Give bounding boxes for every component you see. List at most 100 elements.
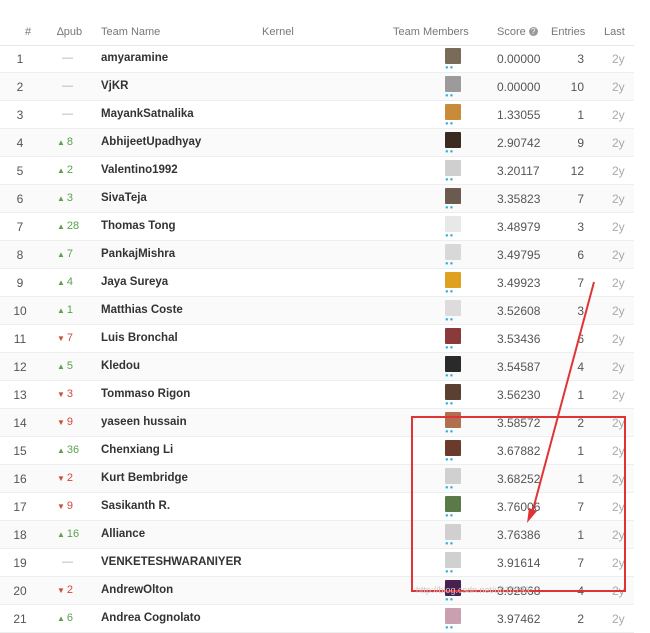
team-name-link[interactable]: Matthias Coste <box>101 304 183 316</box>
caret-down-icon: ▼ <box>57 586 65 595</box>
avatar[interactable] <box>445 412 461 428</box>
delta-value: 2 <box>66 472 74 484</box>
avatar[interactable] <box>445 188 461 204</box>
avatar[interactable] <box>445 608 461 624</box>
header-kernel[interactable]: Kernel <box>262 26 294 38</box>
header-rank[interactable]: # <box>25 26 31 38</box>
rank-cell: 19 <box>13 556 27 570</box>
team-name-link[interactable]: Sasikanth R. <box>101 500 170 512</box>
team-name-link[interactable]: Jaya Sureya <box>101 276 168 288</box>
scrollbar[interactable] <box>634 0 650 606</box>
tier-dots-icon: ●● <box>445 373 455 379</box>
team-name-link[interactable]: Chenxiang Li <box>101 444 173 456</box>
avatar[interactable] <box>445 440 461 456</box>
entries-cell: 6 <box>577 332 584 346</box>
avatar[interactable] <box>445 272 461 288</box>
avatar[interactable] <box>445 104 461 120</box>
caret-down-icon: ▼ <box>57 502 65 511</box>
last-submission-cell: 2y <box>612 584 625 598</box>
header-team-name[interactable]: Team Name <box>101 26 160 38</box>
table-row: 10 ▲ 1 Matthias Coste ●● 3.52608 3 2y <box>0 297 634 325</box>
last-submission-cell: 2y <box>612 80 625 94</box>
delta-pub-cell: ▼ 7 <box>57 332 87 344</box>
avatar[interactable] <box>445 552 461 568</box>
team-name-link[interactable]: Kledou <box>101 360 140 372</box>
team-name-link[interactable]: VjKR <box>101 80 128 92</box>
last-submission-cell: 2y <box>612 388 625 402</box>
last-submission-cell: 2y <box>612 360 625 374</box>
entries-cell: 1 <box>577 388 584 402</box>
header-entries[interactable]: Entries <box>551 26 585 38</box>
delta-pub-cell: ▲ 36 <box>57 444 87 456</box>
last-submission-cell: 2y <box>612 108 625 122</box>
header-last[interactable]: Last <box>604 26 625 38</box>
tier-dots-icon: ●● <box>445 401 455 407</box>
last-submission-cell: 2y <box>612 612 625 626</box>
delta-value: 2 <box>66 164 74 176</box>
avatar[interactable] <box>445 328 461 344</box>
table-row: 19 — VENKETESHWARANIYER ●● 3.91614 7 2y <box>0 549 634 577</box>
delta-value: 5 <box>66 360 74 372</box>
team-name-link[interactable]: PankajMishra <box>101 248 175 260</box>
team-name-link[interactable]: Alliance <box>101 528 145 540</box>
team-name-link[interactable]: Luis Bronchal <box>101 332 178 344</box>
avatar[interactable] <box>445 356 461 372</box>
help-icon[interactable]: ? <box>528 27 538 36</box>
score-cell: 3.52608 <box>497 304 541 318</box>
avatar[interactable] <box>445 216 461 232</box>
delta-pub-cell: ▼ 3 <box>57 388 87 400</box>
last-submission-cell: 2y <box>612 164 625 178</box>
avatar[interactable] <box>445 244 461 260</box>
avatar[interactable] <box>445 160 461 176</box>
last-submission-cell: 2y <box>612 220 625 234</box>
rank-cell: 1 <box>16 52 24 66</box>
delta-pub-cell: ▲ 16 <box>57 528 87 540</box>
team-name-link[interactable]: amyaramine <box>101 52 168 64</box>
avatar[interactable] <box>445 300 461 316</box>
avatar[interactable] <box>445 132 461 148</box>
entries-cell: 7 <box>577 556 584 570</box>
delta-pub-cell: ▼ 9 <box>57 500 87 512</box>
delta-value: 6 <box>66 612 74 624</box>
score-cell: 0.00000 <box>497 80 541 94</box>
avatar[interactable] <box>445 76 461 92</box>
team-name-link[interactable]: Tommaso Rigon <box>101 388 190 400</box>
tier-dots-icon: ●● <box>445 93 455 99</box>
delta-pub-cell: ▲ 8 <box>57 136 87 148</box>
team-name-link[interactable]: yaseen hussain <box>101 416 187 428</box>
header-score[interactable]: Score? <box>497 26 538 38</box>
delta-pub-cell: ▼ 2 <box>57 472 87 484</box>
team-name-link[interactable]: VENKETESHWARANIYER <box>101 556 242 568</box>
table-row: 16 ▼ 2 Kurt Bembridge ●● 3.68252 1 2y <box>0 465 634 493</box>
tier-dots-icon: ●● <box>445 121 455 127</box>
team-name-link[interactable]: AndrewOlton <box>101 584 173 596</box>
last-submission-cell: 2y <box>612 500 625 514</box>
delta-value: — <box>62 52 73 64</box>
table-row: 7 ▲ 28 Thomas Tong ●● 3.48979 3 2y <box>0 213 634 241</box>
team-name-link[interactable]: SivaTeja <box>101 192 147 204</box>
team-name-link[interactable]: Kurt Bembridge <box>101 472 188 484</box>
caret-up-icon: ▲ <box>57 250 65 259</box>
score-cell: 3.56230 <box>497 388 541 402</box>
entries-cell: 4 <box>577 584 584 598</box>
rank-cell: 13 <box>13 388 27 402</box>
avatar[interactable] <box>445 48 461 64</box>
tier-dots-icon: ●● <box>445 597 455 603</box>
avatar[interactable] <box>445 468 461 484</box>
avatar[interactable] <box>445 384 461 400</box>
team-name-link[interactable]: Andrea Cognolato <box>101 612 201 624</box>
caret-down-icon: ▼ <box>57 390 65 399</box>
avatar[interactable] <box>445 496 461 512</box>
team-name-link[interactable]: MayankSatnalika <box>101 108 194 120</box>
delta-pub-cell: — <box>62 80 92 92</box>
score-cell: 3.58572 <box>497 416 541 430</box>
team-name-link[interactable]: AbhijeetUpadhyay <box>101 136 201 148</box>
entries-cell: 1 <box>577 444 584 458</box>
header-delta-pub[interactable]: ∆pub <box>57 26 82 38</box>
team-name-link[interactable]: Thomas Tong <box>101 220 176 232</box>
tier-dots-icon: ●● <box>445 317 455 323</box>
table-row: 20 ▼ 2 AndrewOlton ●● 3.92868 4 2y <box>0 577 634 605</box>
avatar[interactable] <box>445 524 461 540</box>
score-cell: 3.91614 <box>497 556 541 570</box>
team-name-link[interactable]: Valentino1992 <box>101 164 178 176</box>
